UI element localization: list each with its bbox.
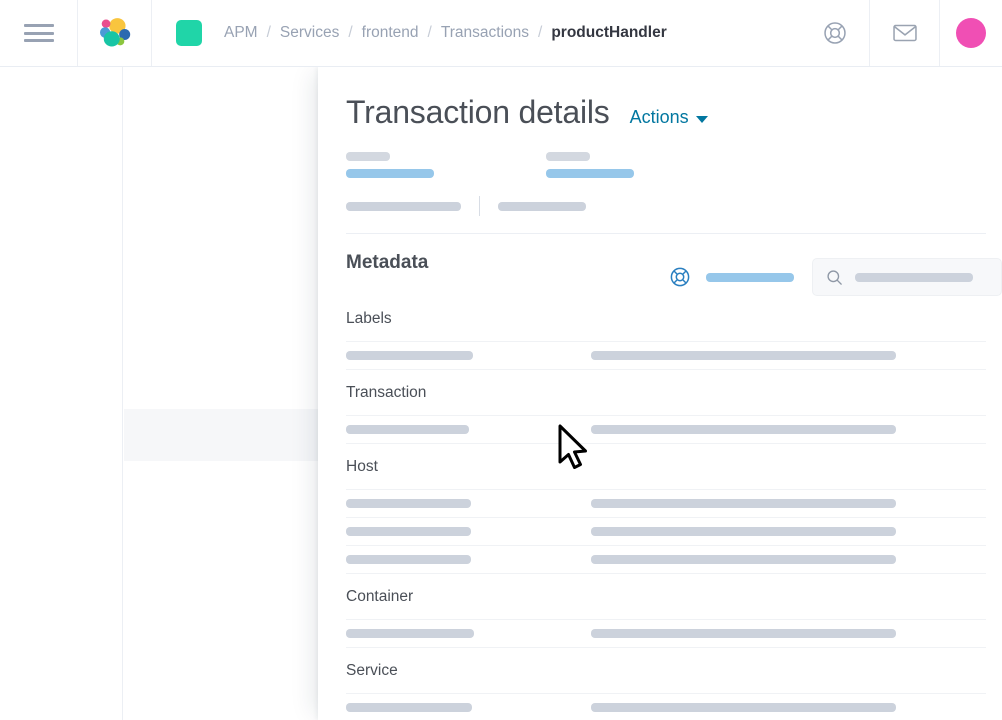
skeleton-bar <box>591 527 896 537</box>
skeleton-bar <box>346 629 474 639</box>
chevron-down-icon <box>695 116 708 123</box>
breadcrumb-separator: / <box>538 24 543 41</box>
breadcrumb-item-frontend[interactable]: frontend <box>362 24 419 42</box>
user-avatar-icon <box>956 18 986 48</box>
search-input[interactable] <box>812 258 1002 297</box>
skeleton-bar <box>591 499 896 509</box>
summary-skeleton <box>346 152 1002 235</box>
skeleton-bar <box>346 351 473 361</box>
breadcrumb-item-apm[interactable]: APM <box>224 24 258 42</box>
page-title: Transaction details <box>346 94 610 130</box>
summary-footer <box>346 196 986 235</box>
skeleton-bar <box>591 703 896 713</box>
skeleton-bar <box>591 555 896 565</box>
section-label: Container <box>346 588 414 606</box>
section-label: Labels <box>346 310 392 328</box>
space-avatar-icon[interactable] <box>176 20 202 46</box>
metadata-header: Metadata <box>346 252 1002 297</box>
metadata-sections: Labels Transaction Host Container Servic… <box>346 296 1002 720</box>
hamburger-menu-icon <box>23 24 54 42</box>
section-label: Service <box>346 662 398 680</box>
user-menu-button[interactable] <box>940 0 1002 66</box>
divider <box>479 196 480 217</box>
table-row <box>346 342 986 371</box>
metadata-section-service: Service <box>346 648 986 720</box>
summary-column <box>546 152 634 179</box>
actions-label: Actions <box>629 107 689 127</box>
menu-toggle-button[interactable] <box>0 0 78 66</box>
table-row <box>346 546 986 575</box>
skeleton-bar <box>591 629 896 639</box>
life-ring-help-icon <box>823 22 846 44</box>
breadcrumb-separator: / <box>266 24 271 41</box>
skeleton-bar <box>346 703 472 713</box>
section-label: Host <box>346 458 378 476</box>
envelope-mail-icon <box>892 24 917 42</box>
section-label: Transaction <box>346 384 427 402</box>
breadcrumb-item-producthandler[interactable]: productHandler <box>551 24 666 42</box>
flyout-header: Transaction details Actions <box>346 94 1002 130</box>
search-icon <box>827 270 842 285</box>
skeleton-bar <box>546 152 590 162</box>
table-row <box>346 416 986 445</box>
table-row <box>346 518 986 547</box>
breadcrumb-item-transactions[interactable]: Transactions <box>441 24 529 42</box>
app-screen: APM / Services / frontend / Transactions… <box>0 0 1002 720</box>
breadcrumb-separator: / <box>427 24 432 41</box>
elastic-logo-icon <box>99 18 130 47</box>
transaction-details-flyout: Transaction details Actions Metadata Lab… <box>318 67 1002 720</box>
skeleton-bar <box>346 425 469 435</box>
summary-column <box>346 152 434 179</box>
background-left-rail <box>0 67 123 720</box>
elastic-home-button[interactable] <box>78 0 152 66</box>
mail-button[interactable] <box>870 0 940 66</box>
skeleton-bar <box>346 555 471 565</box>
skeleton-bar <box>546 169 634 179</box>
skeleton-bar <box>346 169 434 179</box>
skeleton-bar <box>855 272 973 282</box>
metadata-section-transaction: Transaction <box>346 370 986 445</box>
skeleton-bar <box>346 152 390 162</box>
skeleton-bar <box>346 201 461 211</box>
help-button[interactable] <box>800 0 870 66</box>
table-row <box>346 620 986 649</box>
life-ring-help-icon[interactable] <box>668 265 692 289</box>
global-header: APM / Services / frontend / Transactions… <box>0 0 1002 67</box>
skeleton-bar <box>346 527 471 537</box>
metadata-title: Metadata <box>346 252 429 274</box>
metadata-section-container: Container <box>346 574 986 649</box>
skeleton-bar <box>498 201 586 211</box>
metadata-section-host: Host <box>346 444 986 575</box>
actions-dropdown-button[interactable]: Actions <box>630 107 708 128</box>
breadcrumb-item-services[interactable]: Services <box>280 24 339 42</box>
breadcrumb: APM / Services / frontend / Transactions… <box>152 0 800 66</box>
skeleton-bar <box>346 499 471 509</box>
breadcrumb-separator: / <box>348 24 353 41</box>
skeleton-bar <box>591 351 896 361</box>
skeleton-bar <box>591 425 896 435</box>
metadata-section-labels: Labels <box>346 296 986 371</box>
table-row <box>346 694 986 720</box>
table-row <box>346 490 986 519</box>
skeleton-bar <box>706 272 794 282</box>
